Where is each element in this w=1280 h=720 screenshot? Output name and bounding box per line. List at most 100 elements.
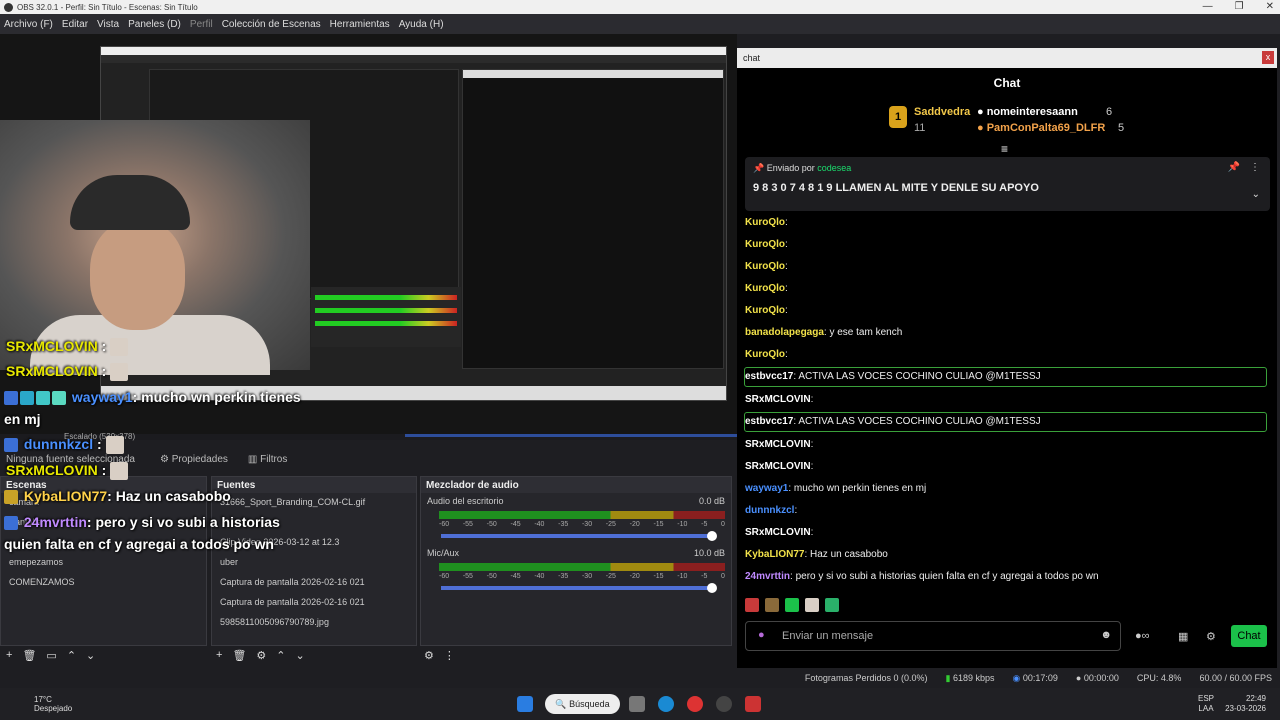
overlay-line: quien falta en cf y agregai a todos po w… <box>4 536 274 552</box>
chat-username[interactable]: KybaLION77 <box>745 549 804 560</box>
chat-username[interactable]: SRxMCLOVIN <box>745 439 811 450</box>
properties-button[interactable]: ⚙ Propiedades <box>154 452 234 467</box>
source-item[interactable]: Captura de pantalla 2026-02-16 021 <box>212 573 416 593</box>
move-up-button[interactable]: ⌃ <box>276 649 285 662</box>
chat-username[interactable]: KuroQlo <box>745 239 785 250</box>
emote-icon[interactable] <box>765 598 779 612</box>
app-icon[interactable] <box>745 696 761 712</box>
chat-username[interactable]: SRxMCLOVIN <box>745 461 811 472</box>
emote-icon[interactable] <box>805 598 819 612</box>
emote-icon[interactable] <box>785 598 799 612</box>
source-item[interactable]: 5985811005096790789.jpg <box>212 613 416 633</box>
move-down-button[interactable]: ⌄ <box>86 649 95 662</box>
chat-message[interactable]: KybaLION77: Haz un casabobo <box>745 545 888 565</box>
language-indicator[interactable]: ESP LAA <box>1198 694 1214 714</box>
settings-gear-icon[interactable]: ⚙ <box>1206 630 1216 643</box>
chat-message[interactable]: dunnnkzcl: <box>745 501 797 521</box>
volume-slider[interactable] <box>441 531 717 541</box>
chat-message[interactable]: SRxMCLOVIN: <box>745 390 813 410</box>
chat-message[interactable]: banadolapegaga: y ese tam kench <box>745 323 902 343</box>
chat-username[interactable]: KuroQlo <box>745 217 785 228</box>
menu-view[interactable]: Vista <box>97 19 119 30</box>
chat-message[interactable]: SRxMCLOVIN: <box>745 523 813 543</box>
task-view-icon[interactable] <box>629 696 645 712</box>
remove-source-button[interactable]: 🗑 <box>232 649 246 662</box>
pin-icon[interactable]: 📌 <box>1228 162 1240 173</box>
store-icon[interactable]: ▦ <box>1178 630 1188 643</box>
preview-canvas[interactable]: SRxMCLOVIN : SRxMCLOVIN : wayway1: mucho… <box>0 34 737 434</box>
add-scene-button[interactable]: + <box>6 649 12 661</box>
chat-message[interactable]: estbvcc17: ACTIVA LAS VOCES COCHINO CULI… <box>745 367 1041 387</box>
chat-message[interactable]: wayway1: mucho wn perkin tienes en mj <box>745 479 926 499</box>
chat-message[interactable]: 24mvrttin: pero y si vo subi a historias… <box>745 567 1099 587</box>
maximize-button[interactable]: ❐ <box>1235 0 1244 14</box>
clock[interactable]: 22:49 23-03-2026 <box>1225 694 1266 714</box>
chrome-icon[interactable] <box>687 696 703 712</box>
source-item[interactable]: uber <box>212 553 416 573</box>
chat-username[interactable]: KuroQlo <box>745 349 785 360</box>
close-button[interactable]: ✕ <box>1266 0 1274 14</box>
menu-profile[interactable]: Perfil <box>190 19 213 30</box>
scene-filter-button[interactable]: ▭ <box>46 649 56 662</box>
menu-docks[interactable]: Paneles (D) <box>128 19 181 30</box>
move-up-button[interactable]: ⌃ <box>67 649 76 662</box>
scene-item[interactable]: emepezamos <box>1 553 206 573</box>
menu-tools[interactable]: Herramientas <box>330 19 390 30</box>
chat-send-button[interactable]: Chat <box>1231 625 1267 647</box>
emote-icon[interactable] <box>825 598 839 612</box>
slider-knob[interactable] <box>707 583 717 593</box>
chat-message[interactable]: KuroQlo: <box>745 279 788 299</box>
volume-slider[interactable] <box>441 583 717 593</box>
chat-message[interactable]: SRxMCLOVIN: <box>745 435 813 455</box>
edge-icon[interactable] <box>658 696 674 712</box>
chat-message[interactable]: SRxMCLOVIN: <box>745 457 813 477</box>
chat-username[interactable]: dunnnkzcl <box>745 505 794 516</box>
chat-username[interactable]: KuroQlo <box>745 261 785 272</box>
chat-username[interactable]: SRxMCLOVIN <box>745 527 811 538</box>
close-dock-button[interactable]: x <box>1262 51 1274 64</box>
chat-message[interactable]: KuroQlo: <box>745 301 788 321</box>
chat-username[interactable]: 24mvrttin <box>745 571 790 582</box>
chat-username[interactable]: KuroQlo <box>745 305 785 316</box>
weather-widget[interactable]: 17°C Despejado <box>16 695 96 713</box>
move-down-button[interactable]: ⌄ <box>296 649 305 662</box>
source-item[interactable]: 31666_Sport_Branding_COM-CL.gif <box>212 493 416 513</box>
remove-scene-button[interactable]: 🗑 <box>22 649 36 662</box>
emoji-icon[interactable]: ☻ <box>1100 629 1112 641</box>
emote-icon[interactable] <box>745 598 759 612</box>
chat-message[interactable]: estbvcc17: ACTIVA LAS VOCES COCHINO CULI… <box>745 412 1041 432</box>
expand-leaderboard-icon[interactable]: ≡ <box>1001 142 1008 156</box>
chat-username[interactable]: banadolapegaga <box>745 327 824 338</box>
mixer-menu-button[interactable]: ⋮ <box>444 649 455 662</box>
filters-button[interactable]: ▥ Filtros <box>242 452 293 467</box>
more-options-icon[interactable]: ⋮ <box>1250 162 1260 173</box>
chat-username[interactable]: wayway1 <box>745 483 788 494</box>
chat-message[interactable]: KuroQlo: <box>745 235 788 255</box>
start-icon[interactable] <box>517 696 533 712</box>
menu-scene-collection[interactable]: Colección de Escenas <box>222 19 321 30</box>
source-item[interactable]: Captura de pantalla 2026-02-16 021 <box>212 593 416 613</box>
add-source-button[interactable]: + <box>216 649 222 661</box>
chat-username[interactable]: SRxMCLOVIN <box>745 394 811 405</box>
menu-help[interactable]: Ayuda (H) <box>399 19 444 30</box>
slider-knob[interactable] <box>707 531 717 541</box>
webcam-feed <box>0 120 310 375</box>
chat-input[interactable]: Enviar un mensaje ● ☻ <box>745 621 1121 651</box>
microphone-icon[interactable]: ● <box>758 629 765 641</box>
chat-username[interactable]: KuroQlo <box>745 283 785 294</box>
chat-message[interactable]: KuroQlo: <box>745 345 788 365</box>
menu-file[interactable]: Archivo (F) <box>4 19 53 30</box>
menu-edit[interactable]: Editar <box>62 19 88 30</box>
taskbar-search[interactable]: 🔍 Búsqueda <box>545 694 620 714</box>
chat-message[interactable]: KuroQlo: <box>745 257 788 277</box>
minimize-button[interactable]: — <box>1203 0 1213 14</box>
chevron-down-icon[interactable]: ⌄ <box>1252 189 1260 200</box>
chat-username[interactable]: estbvcc17 <box>745 371 793 382</box>
chat-username[interactable]: estbvcc17 <box>745 416 793 427</box>
mixer-settings-button[interactable]: ⚙ <box>424 649 434 662</box>
chat-message[interactable]: KuroQlo: <box>745 213 788 233</box>
obs-icon[interactable] <box>716 696 732 712</box>
scene-item[interactable]: COMENZAMOS <box>1 573 206 593</box>
source-properties-button[interactable]: ⚙ <box>256 649 266 662</box>
channel-points-icon[interactable]: ●∞ <box>1135 630 1150 642</box>
